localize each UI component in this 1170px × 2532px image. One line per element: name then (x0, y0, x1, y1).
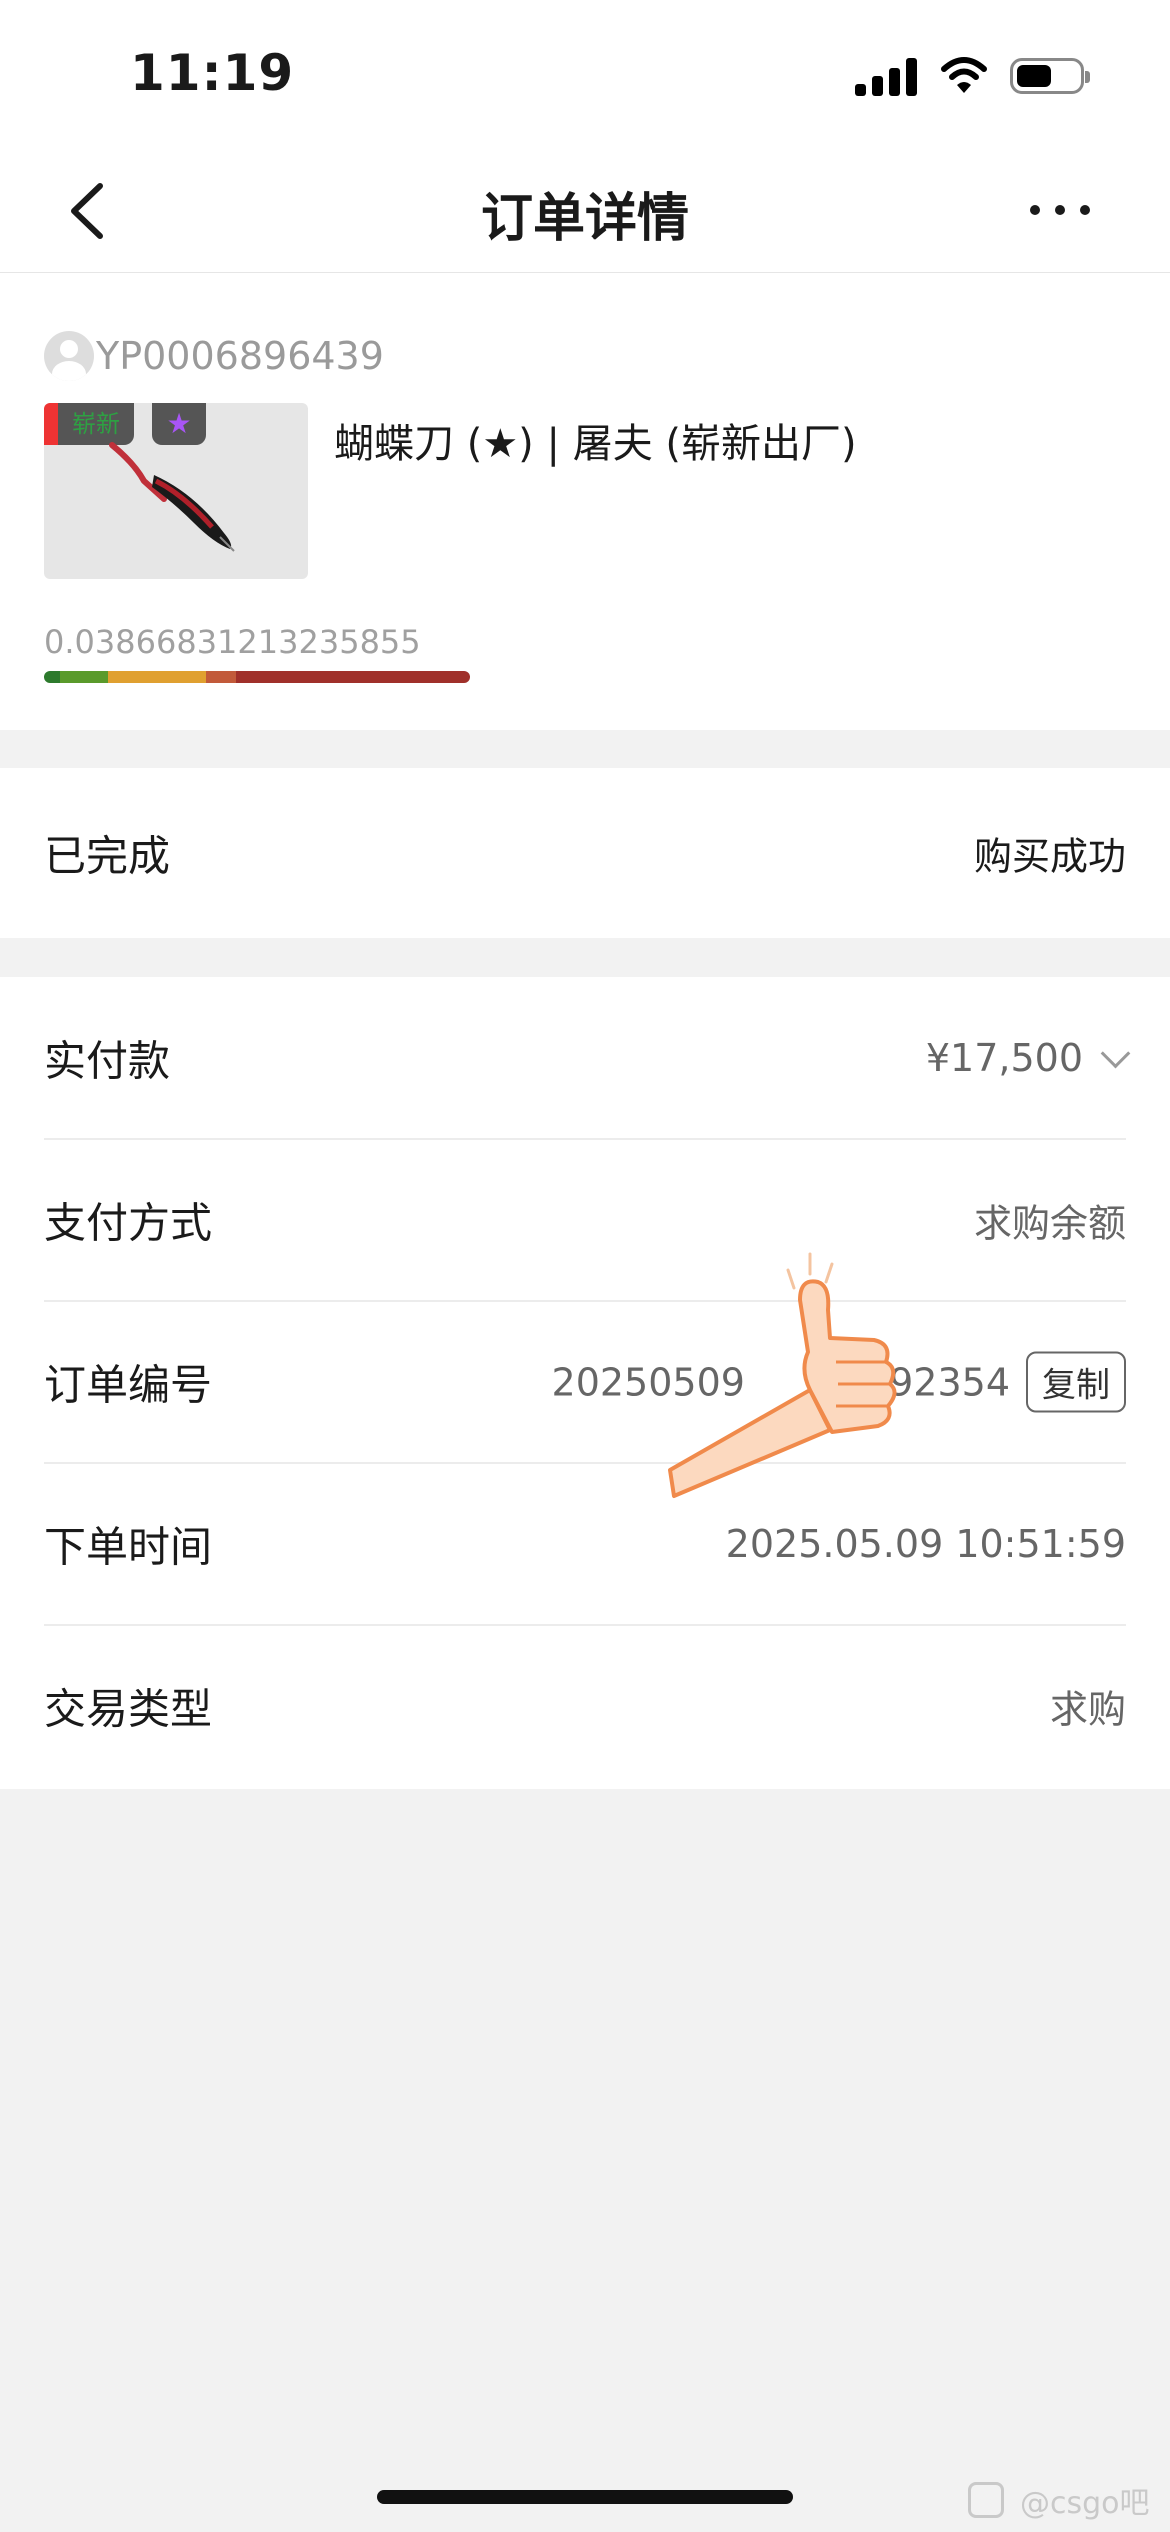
paid-row[interactable]: 实付款 ¥17,500 (44, 977, 1131, 1139)
paid-value[interactable]: ¥17,500 (925, 1036, 1131, 1080)
float-value: 0.03866831213235855 (44, 623, 421, 661)
wear-segment-ww (206, 671, 236, 683)
item-thumbnail[interactable]: 崭新 ★ (44, 403, 308, 579)
home-indicator[interactable] (377, 2490, 793, 2504)
trade-type-row: 交易类型 求购 (44, 1625, 1126, 1787)
paid-label: 实付款 (44, 1036, 171, 1086)
payment-method-value: 求购余额 (974, 1193, 1126, 1248)
forum-icon (968, 2482, 1004, 2518)
order-time-row: 下单时间 2025.05.09 10:51:59 (44, 1463, 1126, 1625)
order-details-card: 实付款 ¥17,500 支付方式 求购余额 订单编号 20250509 29235… (0, 977, 1170, 1789)
payment-method-row: 支付方式 求购余额 (44, 1139, 1126, 1301)
nav-bar: 订单详情 (0, 150, 1170, 273)
thumbs-up-sticker (668, 1252, 897, 1498)
trade-type-value: 求购 (1050, 1679, 1126, 1734)
seller-id: YP0006896439 (96, 334, 384, 378)
seller-info: YP0006896439 (44, 331, 384, 381)
wear-segment-ft (108, 671, 206, 683)
signal-icon (855, 58, 917, 96)
more-icon[interactable] (1030, 190, 1090, 230)
status-label: 已完成 (44, 831, 171, 881)
status-row: 已完成 购买成功 (44, 772, 1126, 934)
watermark-text: @csgo吧 (1020, 2486, 1150, 2521)
payment-method-label: 支付方式 (44, 1198, 213, 1248)
chevron-down-icon[interactable] (1100, 1038, 1131, 1068)
order-number-label: 订单编号 (44, 1360, 213, 1410)
page-title: 订单详情 (480, 189, 689, 249)
wear-bar (44, 671, 470, 683)
knife-image (109, 442, 235, 552)
item-name: 蝴蝶刀 (★) | 屠夫 (崭新出厂) (334, 421, 857, 467)
wear-segment-bs (236, 671, 470, 683)
trade-type-label: 交易类型 (44, 1684, 213, 1734)
wear-segment-fn (44, 671, 60, 683)
status-value-text: 购买成功 (973, 834, 1126, 879)
wear-segment-mw (60, 671, 108, 683)
order-time-value: 2025.05.09 10:51:59 (726, 1522, 1126, 1566)
item-card[interactable]: YP0006896439 崭新 ★ 蝴蝶刀 (★) | 屠夫 (崭新出厂) 0.… (0, 273, 1170, 730)
avatar (44, 331, 94, 381)
payment-method-text: 求购余额 (973, 1201, 1126, 1246)
order-number-row: 订单编号 20250509 292354 复制 (44, 1301, 1126, 1463)
status-value: 购买成功 (974, 826, 1126, 881)
wifi-icon (941, 57, 987, 93)
order-status-card: 已完成 购买成功 (0, 768, 1170, 938)
paid-amount: ¥17,500 (925, 1036, 1083, 1080)
watermark: @csgo吧 (968, 2478, 1150, 2522)
battery-icon (1010, 58, 1090, 94)
copy-button[interactable]: 复制 (1026, 1351, 1126, 1413)
order-time-label: 下单时间 (44, 1522, 213, 1572)
trade-type-text: 求购 (1049, 1687, 1126, 1732)
status-bar: 11:19 (0, 0, 1170, 150)
status-time: 11:19 (130, 44, 295, 102)
order-time-text: 2025.05.09 10:51:59 (725, 1522, 1126, 1566)
